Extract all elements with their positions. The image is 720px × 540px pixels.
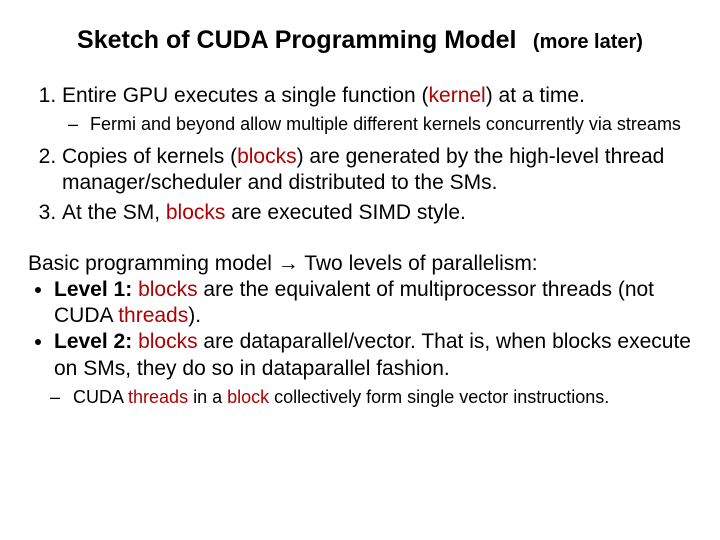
- sub-list-item: CUDA threads in a block collectively for…: [68, 386, 692, 409]
- level-label: Level 2:: [54, 330, 132, 353]
- keyword-blocks: blocks: [237, 145, 297, 168]
- text: Entire GPU executes a single function (: [62, 84, 429, 107]
- list-item: Entire GPU executes a single function (k…: [62, 83, 692, 136]
- list-item: At the SM, blocks are executed SIMD styl…: [62, 200, 692, 226]
- numbered-list: Entire GPU executes a single function (k…: [28, 83, 692, 227]
- list-item: Level 2: blocks are dataparallel/vector.…: [54, 329, 692, 382]
- text: Copies of kernels (: [62, 145, 237, 168]
- bullet-list: Level 1: blocks are the equivalent of mu…: [28, 277, 692, 382]
- list-item: Copies of kernels (blocks) are generated…: [62, 144, 692, 197]
- text: in a: [188, 387, 227, 407]
- text: ).: [188, 304, 201, 327]
- slide-body: Entire GPU executes a single function (k…: [28, 83, 692, 408]
- keyword-kernel: kernel: [429, 84, 486, 107]
- sub-list-item: Fermi and beyond allow multiple differen…: [90, 113, 692, 136]
- keyword-threads: threads: [118, 304, 188, 327]
- text: CUDA: [73, 387, 128, 407]
- slide-title: Sketch of CUDA Programming Model (more l…: [28, 26, 692, 55]
- text: ) at a time.: [486, 84, 585, 107]
- title-main: Sketch of CUDA Programming Model: [77, 26, 516, 54]
- arrow-icon: →: [278, 252, 299, 275]
- paragraph: Basic programming model → Two levels of …: [28, 251, 692, 409]
- keyword-threads: threads: [128, 387, 188, 407]
- keyword-blocks: blocks: [166, 201, 226, 224]
- list-item: Level 1: blocks are the equivalent of mu…: [54, 277, 692, 330]
- text: At the SM,: [62, 201, 166, 224]
- text: collectively form single vector instruct…: [269, 387, 609, 407]
- slide: Sketch of CUDA Programming Model (more l…: [0, 0, 720, 540]
- text: are executed SIMD style.: [225, 201, 465, 224]
- keyword-blocks: blocks: [138, 330, 198, 353]
- title-sub: (more later): [533, 31, 643, 53]
- text: Two levels of parallelism:: [299, 252, 538, 275]
- sub-list: CUDA threads in a block collectively for…: [28, 386, 692, 409]
- keyword-block: block: [227, 387, 269, 407]
- sub-list: Fermi and beyond allow multiple differen…: [62, 113, 692, 136]
- text: Basic programming model: [28, 252, 278, 275]
- level-label: Level 1:: [54, 278, 132, 301]
- keyword-blocks: blocks: [138, 278, 198, 301]
